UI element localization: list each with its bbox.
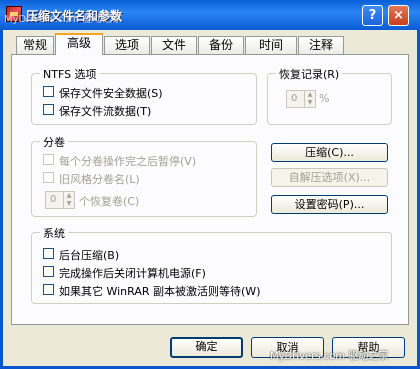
checkbox-box[interactable] [43, 154, 54, 165]
checkbox-box[interactable] [43, 266, 54, 277]
tab-comment[interactable]: 注释 [298, 36, 344, 54]
tab-options[interactable]: 选项 [104, 36, 150, 54]
recovery-group-title: 恢复记录(R) [276, 66, 343, 82]
ntfs-group-title: NTFS 选项 [40, 66, 100, 82]
save-security-label: 保存文件安全数据(S) [59, 87, 163, 100]
recovery-unit: % [319, 92, 330, 105]
tab-backup[interactable]: 备份 [198, 36, 244, 54]
system-group: 系统 后台压缩(B) 完成操作后关闭计算机电源(F) 如果其它 WinRAR 副… [31, 225, 392, 304]
wait-for-other-copies-label: 如果其它 WinRAR 副本被激活则等待(W) [59, 285, 261, 298]
recovery-record-group: 恢复记录(R) 0 ▲ ▼ % [267, 66, 392, 125]
checkbox-box[interactable] [43, 248, 54, 259]
ntfs-options-group: NTFS 选项 保存文件安全数据(S) 保存文件流数据(T) [31, 66, 257, 125]
close-button[interactable]: × [388, 5, 409, 26]
watermark-top: MyDrivers.com 驱动之家 [4, 14, 123, 25]
recovery-record-stepper[interactable]: 0 ▲ ▼ [286, 90, 316, 108]
checkbox-box[interactable] [43, 86, 54, 97]
shutdown-after-checkbox[interactable]: 完成操作后关闭计算机电源(F) [43, 266, 283, 280]
spin-arrows-icon[interactable]: ▲ ▼ [63, 192, 74, 208]
old-style-volume-checkbox[interactable]: 旧风格分卷名(L) [43, 172, 243, 186]
spin-arrows-icon[interactable]: ▲ ▼ [304, 91, 315, 107]
set-password-button[interactable]: 设置密码(P)... [271, 195, 388, 214]
background-compress-label: 后台压缩(B) [59, 249, 120, 262]
watermark-bottom: MyDrivers.com 驱动之家 [270, 351, 389, 362]
title-bar[interactable]: 压缩文件名和参数 MyDrivers.com 驱动之家 ? × [0, 0, 420, 30]
checkbox-box[interactable] [43, 104, 54, 115]
save-security-checkbox[interactable]: 保存文件安全数据(S) [43, 86, 243, 100]
tab-panel-advanced: NTFS 选项 保存文件安全数据(S) 保存文件流数据(T) 恢复记录(R) 0… [11, 54, 409, 325]
recovery-volumes-label: 个恢复卷(C) [79, 195, 140, 208]
checkbox-box[interactable] [43, 172, 54, 183]
pause-after-volume-checkbox[interactable]: 每个分卷操作完之后暂停(V) [43, 154, 248, 168]
recovery-volumes-stepper[interactable]: 0 ▲ ▼ [45, 191, 75, 209]
checkbox-box[interactable] [43, 284, 54, 295]
save-streams-label: 保存文件流数据(T) [59, 105, 152, 118]
volumes-group: 分卷 每个分卷操作完之后暂停(V) 旧风格分卷名(L) 0 ▲ ▼ 个恢复卷(C) [31, 134, 257, 217]
compression-button[interactable]: 压缩(C)... [271, 143, 388, 162]
tab-files[interactable]: 文件 [151, 36, 197, 54]
volumes-group-title: 分卷 [40, 134, 68, 150]
old-style-volume-label: 旧风格分卷名(L) [59, 173, 140, 186]
help-title-button[interactable]: ? [362, 5, 383, 26]
save-streams-checkbox[interactable]: 保存文件流数据(T) [43, 104, 243, 118]
tab-general[interactable]: 常规 [16, 36, 54, 54]
background-compress-checkbox[interactable]: 后台压缩(B) [43, 248, 243, 262]
pause-after-volume-label: 每个分卷操作完之后暂停(V) [59, 155, 197, 168]
sfx-options-button[interactable]: 自解压选项(X)... [271, 168, 388, 187]
tab-time[interactable]: 时间 [245, 36, 297, 54]
recovery-volumes-value: 0 [50, 194, 57, 205]
tab-advanced[interactable]: 高级 [55, 33, 103, 55]
ok-button[interactable]: 确定 [170, 337, 243, 358]
recovery-record-value: 0 [291, 93, 298, 104]
shutdown-after-label: 完成操作后关闭计算机电源(F) [59, 267, 206, 280]
wait-for-other-copies-checkbox[interactable]: 如果其它 WinRAR 副本被激活则等待(W) [43, 284, 363, 298]
system-group-title: 系统 [40, 225, 68, 241]
